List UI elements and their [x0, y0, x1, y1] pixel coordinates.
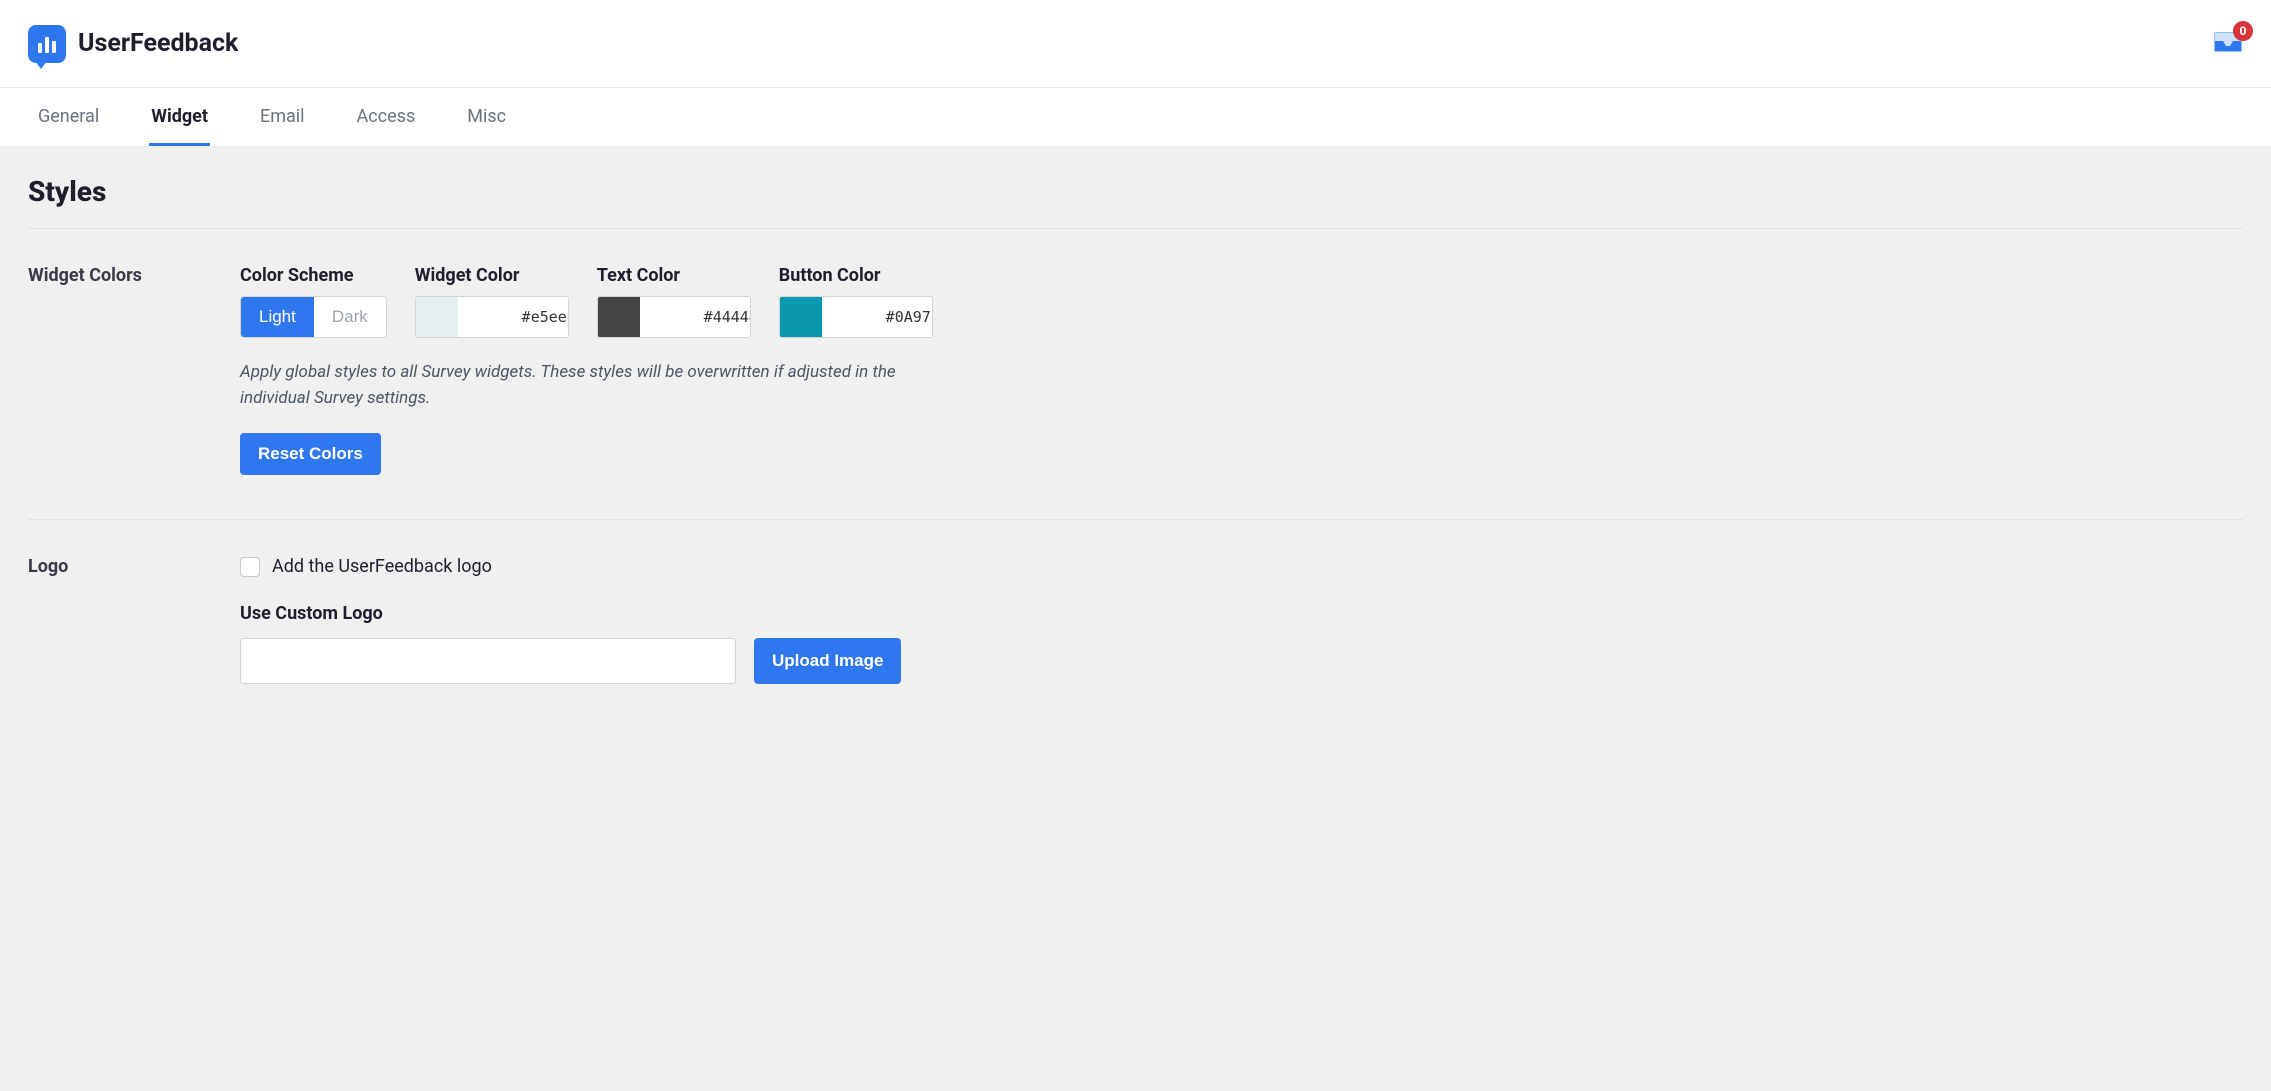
settings-tabs: General Widget Email Access Misc [0, 88, 2271, 147]
label-button-color: Button Color [779, 265, 933, 286]
add-logo-label: Add the UserFeedback logo [272, 556, 492, 577]
field-button-color: Button Color [779, 265, 933, 338]
group-widget-colors: Widget Colors Color Scheme Light Dark Wi… [28, 265, 2243, 475]
widget-color-swatch[interactable] [416, 297, 458, 337]
brand-name: UserFeedback [78, 29, 238, 58]
label-custom-logo: Use Custom Logo [240, 603, 2243, 624]
brand: UserFeedback [28, 25, 238, 63]
field-widget-color: Widget Color [415, 265, 569, 338]
color-scheme-light[interactable]: Light [241, 297, 314, 337]
field-text-color: Text Color [597, 265, 751, 338]
widget-colors-help: Apply global styles to all Survey widget… [240, 360, 920, 411]
text-color-swatch[interactable] [598, 297, 640, 337]
topbar: UserFeedback 0 [0, 0, 2271, 88]
tab-general[interactable]: General [36, 88, 101, 146]
group-label-logo: Logo [28, 556, 240, 577]
divider [28, 228, 2243, 229]
label-widget-color: Widget Color [415, 265, 569, 286]
add-logo-checkbox[interactable] [240, 557, 260, 577]
content: Styles Widget Colors Color Scheme Light … [0, 147, 2271, 740]
color-scheme-toggle: Light Dark [240, 296, 387, 338]
tab-misc[interactable]: Misc [465, 88, 508, 146]
custom-logo-path-input[interactable] [240, 638, 736, 684]
label-color-scheme: Color Scheme [240, 265, 387, 286]
upload-image-button[interactable]: Upload Image [754, 638, 901, 684]
group-label-widget-colors: Widget Colors [28, 265, 240, 286]
inbox-badge: 0 [2233, 21, 2253, 41]
text-color-text[interactable] [640, 297, 751, 337]
group-logo: Logo Add the UserFeedback logo Use Custo… [28, 556, 2243, 684]
button-color-input[interactable] [779, 296, 933, 338]
inbox-button[interactable]: 0 [2213, 31, 2243, 57]
label-text-color: Text Color [597, 265, 751, 286]
reset-colors-button[interactable]: Reset Colors [240, 433, 381, 475]
tab-access[interactable]: Access [355, 88, 418, 146]
brand-logo-icon [28, 25, 66, 63]
widget-color-text[interactable] [458, 297, 569, 337]
widget-color-input[interactable] [415, 296, 569, 338]
field-color-scheme: Color Scheme Light Dark [240, 265, 387, 338]
button-color-swatch[interactable] [780, 297, 822, 337]
tab-widget[interactable]: Widget [149, 88, 210, 146]
divider [28, 519, 2243, 520]
button-color-text[interactable] [822, 297, 933, 337]
text-color-input[interactable] [597, 296, 751, 338]
section-title-styles: Styles [28, 175, 2243, 208]
color-scheme-dark[interactable]: Dark [314, 297, 386, 337]
tab-email[interactable]: Email [258, 88, 307, 146]
